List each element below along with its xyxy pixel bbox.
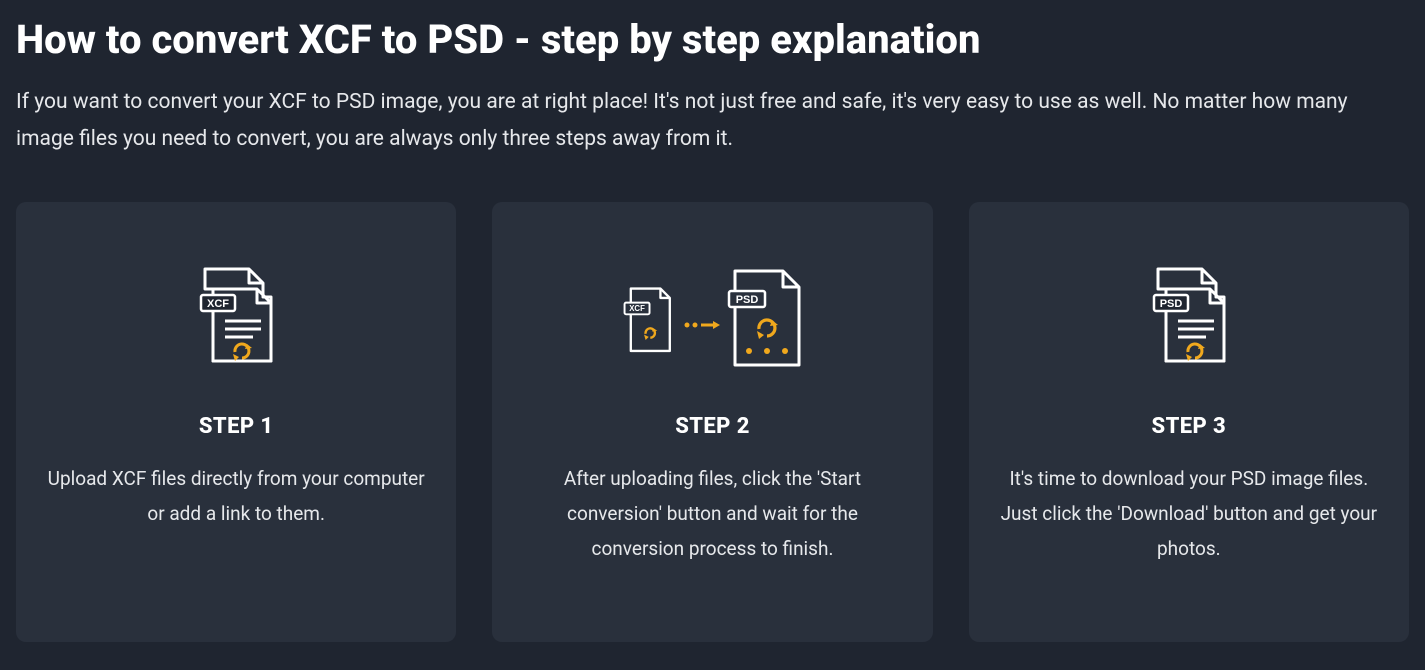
svg-text:XCF: XCF <box>207 298 229 310</box>
step-card-2: XCF <box>492 202 932 642</box>
step-1-file-icon: XCF <box>44 258 428 378</box>
step-1-title: STEP 1 <box>44 414 428 439</box>
step-2-description: After uploading files, click the 'Start … <box>520 461 904 566</box>
step-2-convert-icon: XCF <box>520 258 904 378</box>
steps-row: XCF STEP 1 Upload XCF files directly fro… <box>16 202 1409 642</box>
step-3-file-icon: PSD <box>997 258 1381 378</box>
svg-text:XCF: XCF <box>630 304 646 313</box>
step-card-3: PSD STEP 3 It's time to download your PS… <box>969 202 1409 642</box>
step-3-title: STEP 3 <box>997 414 1381 439</box>
step-1-description: Upload XCF files directly from your comp… <box>44 461 428 531</box>
svg-text:PSD: PSD <box>1160 298 1183 310</box>
step-3-description: It's time to download your PSD image fil… <box>997 461 1381 566</box>
step-card-1: XCF STEP 1 Upload XCF files directly fro… <box>16 202 456 642</box>
intro-paragraph: If you want to convert your XCF to PSD i… <box>16 84 1396 158</box>
page-title: How to convert XCF to PSD - step by step… <box>16 16 1409 64</box>
svg-text:PSD: PSD <box>736 294 759 306</box>
step-2-title: STEP 2 <box>520 414 904 439</box>
